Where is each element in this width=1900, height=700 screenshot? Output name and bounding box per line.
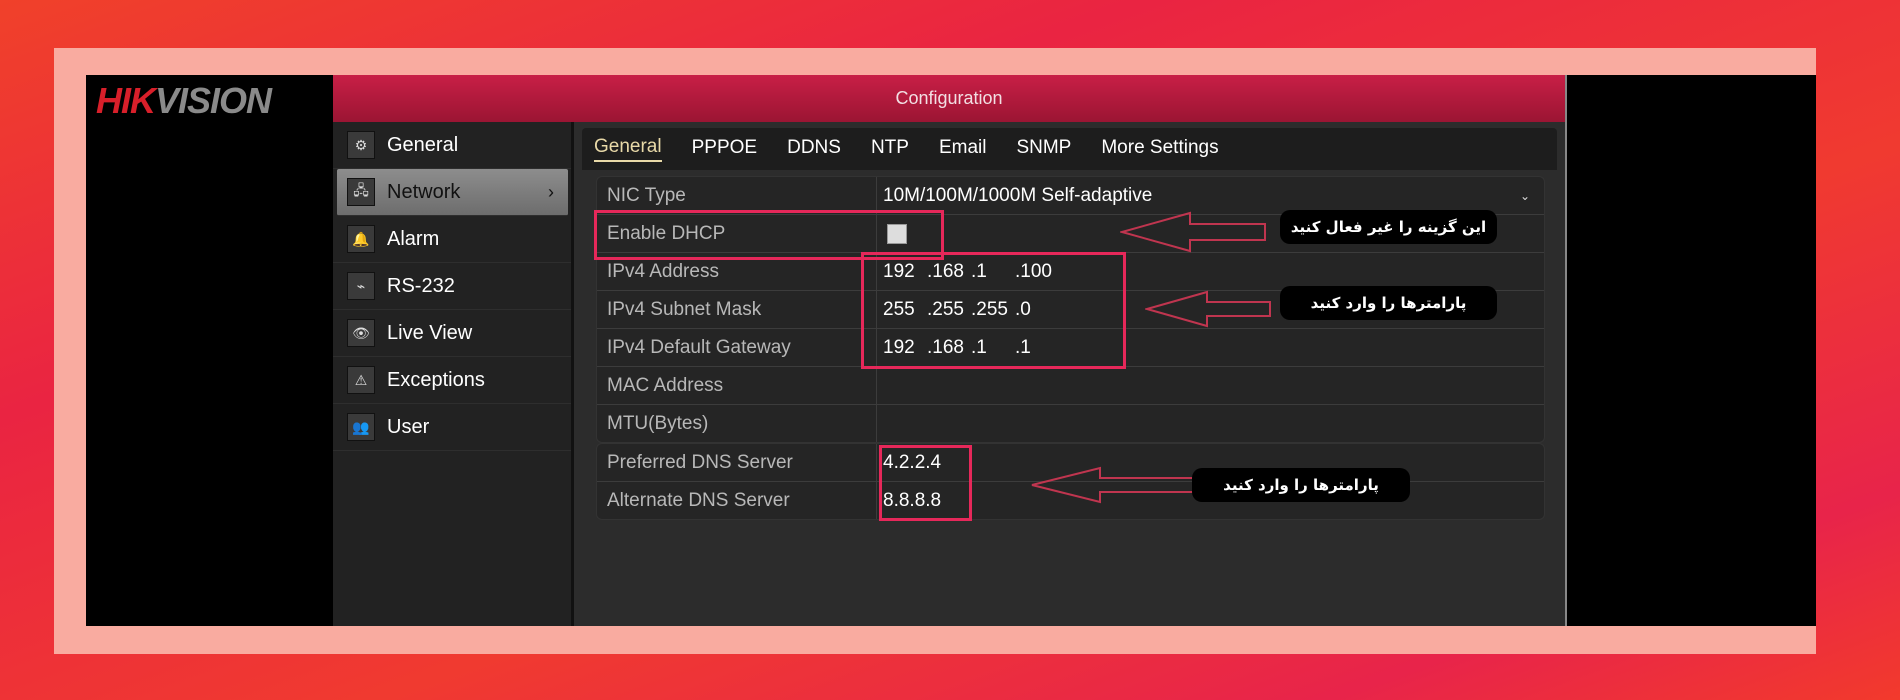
sidebar-item-label: RS-232 — [387, 274, 455, 297]
tab-ddns[interactable]: DDNS — [787, 137, 841, 161]
sidebar-item-rs232[interactable]: ⌁ RS-232 — [333, 263, 571, 310]
alarm-icon: 🔔 — [347, 225, 375, 253]
sidebar-item-label: Network — [387, 180, 461, 203]
network-icon: 🖧 — [347, 178, 375, 206]
logo-vision: VISION — [155, 80, 272, 121]
ipv4-address-input[interactable]: 192.168.1.100 — [877, 253, 1544, 290]
eye-icon: 👁 — [347, 319, 375, 347]
preferred-dns-label: Preferred DNS Server — [597, 444, 877, 481]
nic-type-select[interactable]: 10M/100M/1000M Self-adaptive ⌄ — [877, 177, 1544, 214]
mtu-label: MTU(Bytes) — [597, 405, 877, 442]
octet[interactable]: .168 — [927, 337, 971, 359]
sidebar-item-label: Live View — [387, 321, 473, 344]
content-panel: General PPPOE DDNS NTP Email SNMP More S… — [574, 122, 1565, 626]
page-title-bar: Configuration — [333, 75, 1565, 122]
tab-pppoe[interactable]: PPPOE — [692, 137, 757, 161]
mac-row: MAC Address — [597, 367, 1544, 405]
octet[interactable]: .255 — [971, 299, 1015, 321]
octet[interactable]: .255 — [927, 299, 971, 321]
gateway-row: IPv4 Default Gateway 192.168.1.1 — [597, 329, 1544, 367]
chevron-right-icon: › — [548, 181, 554, 202]
warning-icon: ⚠ — [347, 366, 375, 394]
octet[interactable]: 192 — [883, 337, 927, 359]
octet[interactable]: .0 — [1015, 299, 1059, 321]
sidebar-item-label: User — [387, 415, 430, 438]
dhcp-annotation: این گزینه را غیر فعال کنید — [1280, 210, 1497, 244]
octet[interactable]: .168 — [927, 261, 971, 283]
arrow-left-icon — [1031, 466, 1196, 504]
page-title: Configuration — [895, 88, 1003, 108]
users-icon: 👥 — [347, 413, 375, 441]
mtu-input[interactable] — [877, 405, 1544, 442]
serial-port-icon: ⌁ — [347, 272, 375, 300]
octet[interactable]: .1 — [1015, 337, 1059, 359]
chevron-down-icon: ⌄ — [1519, 188, 1530, 203]
tab-email[interactable]: Email — [939, 137, 987, 161]
gear-icon: ⚙ — [347, 131, 375, 159]
ipv4-address-label: IPv4 Address — [597, 253, 877, 290]
mac-label: MAC Address — [597, 367, 877, 404]
right-black-pane — [1565, 75, 1816, 626]
mac-value — [877, 367, 1544, 404]
sidebar-item-label: General — [387, 133, 459, 156]
logo-hik: HIK — [96, 80, 156, 121]
octet[interactable]: .1 — [971, 261, 1015, 283]
nic-type-label: NIC Type — [597, 177, 877, 214]
hikvision-logo: HIKVISION — [96, 80, 272, 122]
tab-ntp[interactable]: NTP — [871, 137, 909, 161]
subnet-mask-label: IPv4 Subnet Mask — [597, 291, 877, 328]
sidebar-item-alarm[interactable]: 🔔 Alarm — [333, 216, 571, 263]
sidebar: ⚙ General 🖧 Network › 🔔 Alarm ⌁ RS-232 👁… — [333, 122, 574, 626]
alternate-dns-label: Alternate DNS Server — [597, 482, 877, 519]
octet[interactable]: 255 — [883, 299, 927, 321]
sidebar-item-exceptions[interactable]: ⚠ Exceptions — [333, 357, 571, 404]
octet[interactable]: .100 — [1015, 261, 1059, 283]
tab-snmp[interactable]: SNMP — [1016, 137, 1071, 161]
tab-bar: General PPPOE DDNS NTP Email SNMP More S… — [582, 128, 1557, 170]
nic-type-value: 10M/100M/1000M Self-adaptive — [883, 184, 1153, 206]
sidebar-item-user[interactable]: 👥 User — [333, 404, 571, 451]
octet[interactable]: .1 — [971, 337, 1015, 359]
gateway-label: IPv4 Default Gateway — [597, 329, 877, 366]
tab-general[interactable]: General — [594, 136, 662, 162]
octet[interactable]: 192 — [883, 261, 927, 283]
sidebar-item-live-view[interactable]: 👁 Live View — [333, 310, 571, 357]
tab-more-settings[interactable]: More Settings — [1101, 137, 1218, 161]
ip-annotation: پارامترها را وارد کنید — [1280, 286, 1497, 320]
dns-annotation: پارامترها را وارد کنید — [1192, 468, 1410, 502]
mtu-row: MTU(Bytes) — [597, 405, 1544, 442]
gateway-input[interactable]: 192.168.1.1 — [877, 329, 1544, 366]
dhcp-label: Enable DHCP — [597, 215, 877, 252]
sidebar-item-label: Exceptions — [387, 368, 485, 391]
sidebar-item-network[interactable]: 🖧 Network › — [337, 169, 568, 216]
arrow-left-icon — [1145, 290, 1271, 328]
arrow-left-icon — [1120, 211, 1266, 253]
enable-dhcp-checkbox[interactable] — [887, 223, 907, 244]
sidebar-item-general[interactable]: ⚙ General — [333, 122, 571, 169]
sidebar-item-label: Alarm — [387, 227, 440, 250]
